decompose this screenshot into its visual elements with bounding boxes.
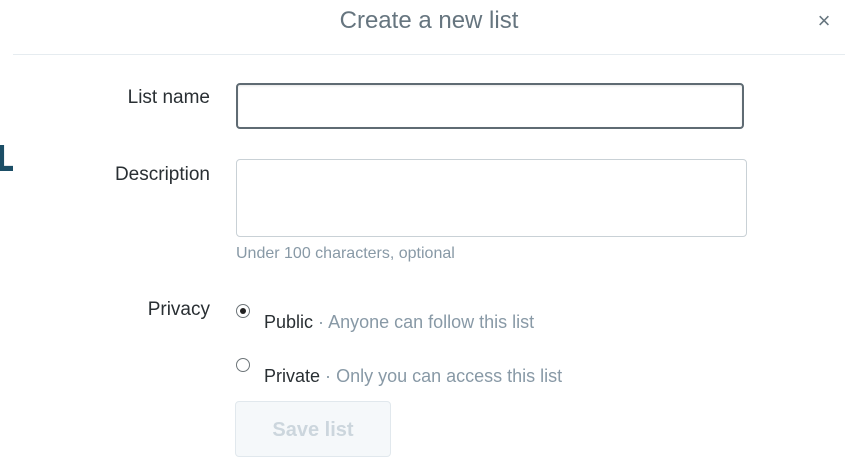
public-option-label[interactable]: Public <box>264 312 313 332</box>
dialog-header: Create a new list × <box>13 0 845 55</box>
list-name-label: List name <box>127 87 210 108</box>
create-list-dialog: Create a new list × List name Descriptio… <box>13 0 850 457</box>
dialog-title: Create a new list <box>339 7 519 34</box>
private-option-separator: · <box>325 366 332 386</box>
list-name-input[interactable] <box>236 83 744 129</box>
save-list-button[interactable]: Save list <box>235 401 391 457</box>
private-option-label[interactable]: Private <box>264 366 320 386</box>
description-label: Description <box>114 164 210 185</box>
close-icon[interactable]: × <box>809 6 839 36</box>
private-option-text: Private · Only you can access this list <box>264 365 562 387</box>
private-radio[interactable] <box>236 358 250 372</box>
privacy-label: Privacy <box>147 299 210 320</box>
public-option-separator: · <box>318 312 325 332</box>
public-option-text: Public · Anyone can follow this list <box>264 311 534 333</box>
private-option-description: Only you can access this list <box>336 366 563 386</box>
description-textarea[interactable] <box>236 159 747 237</box>
description-hint: Under 100 characters, optional <box>236 245 455 262</box>
public-radio[interactable] <box>236 304 250 318</box>
public-option-description: Anyone can follow this list <box>328 312 535 332</box>
